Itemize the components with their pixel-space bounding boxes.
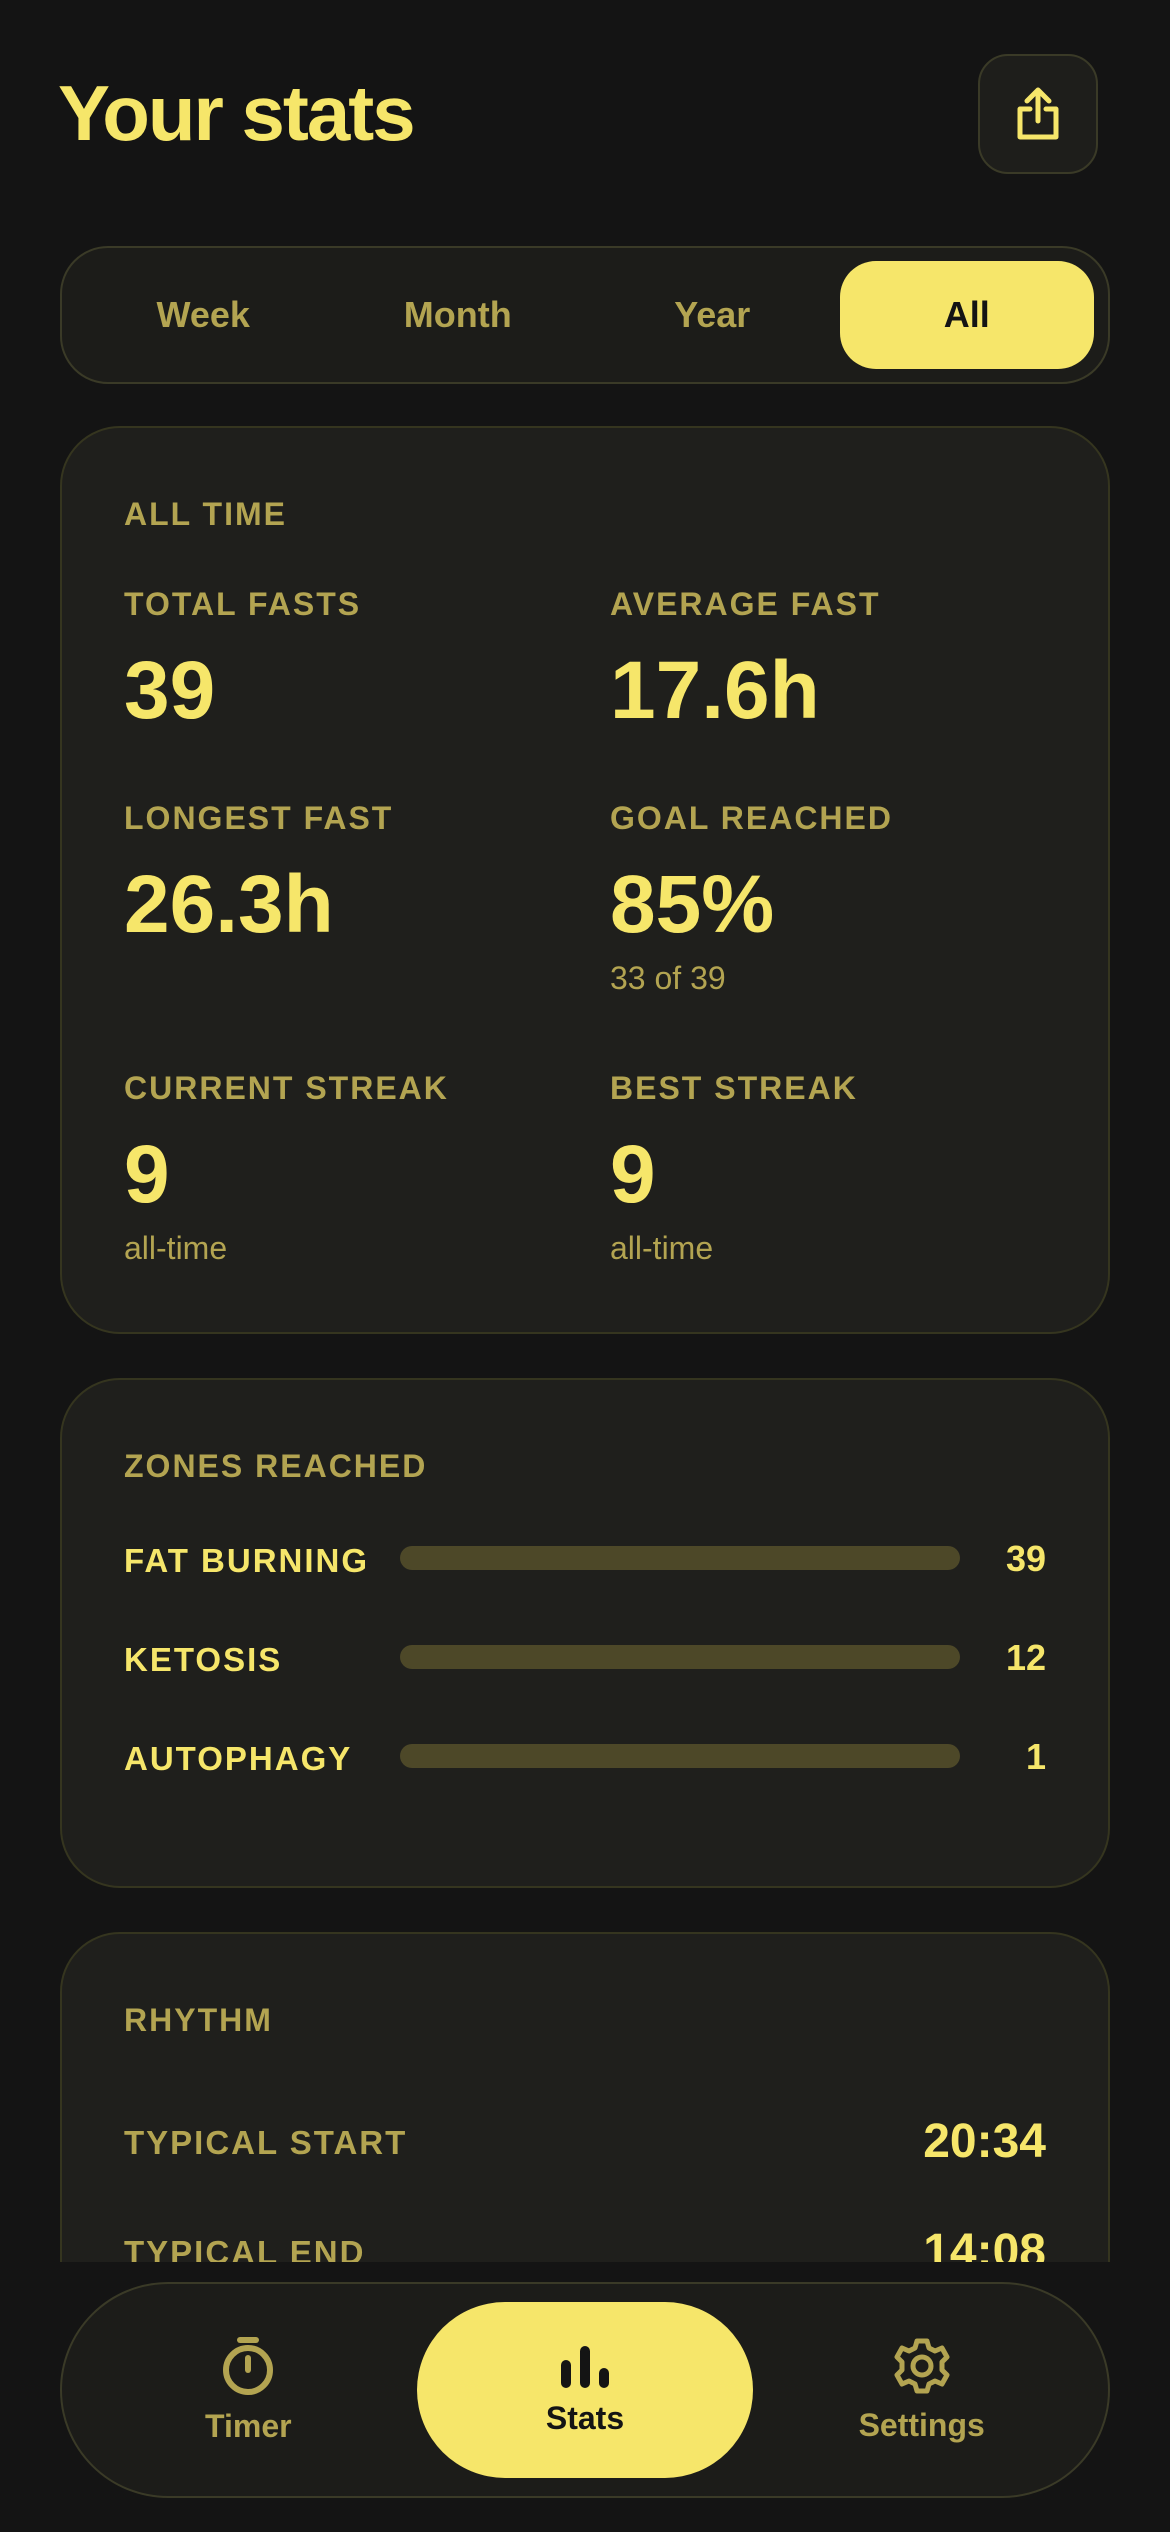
best-streak-value: 9	[610, 1129, 656, 1220]
total-fasts-value: 39	[124, 645, 216, 736]
zone-name-ketosis: KETOSIS	[124, 1641, 283, 1678]
zones-heading: ZONES REACHED	[124, 1448, 428, 1484]
goal-reached-label: GOAL REACHED	[610, 800, 893, 836]
goal-reached-value: 85%	[610, 859, 775, 950]
share-button[interactable]	[978, 54, 1098, 174]
tab-timer-label: Timer	[205, 2407, 292, 2444]
total-fasts-label: TOTAL FASTS	[124, 586, 362, 622]
stats-screen: Your stats Week Month Year All ALL TIME …	[0, 0, 1170, 2532]
zone-count-autophagy: 1	[1025, 1736, 1046, 1777]
average-fast-value: 17.6h	[610, 645, 820, 736]
zone-name-fat-burning: FAT BURNING	[124, 1542, 370, 1579]
average-fast-label: AVERAGE FAST	[610, 586, 881, 622]
typical-start-label: TYPICAL START	[124, 2124, 408, 2161]
best-streak-sub: all-time	[610, 1230, 714, 1266]
tab-stats-label: Stats	[545, 2399, 625, 2436]
zone-count-fat-burning: 39	[1005, 1538, 1046, 1579]
goal-reached-sub: 33 of 39	[610, 960, 726, 996]
best-streak-label: BEST STREAK	[610, 1070, 858, 1106]
current-streak-sub: all-time	[124, 1230, 228, 1266]
period-month[interactable]: Month	[331, 261, 586, 369]
typical-start-value: 20:34	[923, 2115, 1046, 2168]
zones-card: ZONES REACHED FAT BURNING 39 KETOSIS 12 …	[60, 1378, 1110, 1888]
tab-settings-label: Settings	[858, 2406, 985, 2443]
tab-stats[interactable]: Stats	[416, 2302, 754, 2478]
zone-bar-autophagy	[400, 1744, 960, 1768]
bottom-tab-bar: Timer Stats Settings	[60, 2282, 1110, 2498]
page-title: Your stats	[58, 69, 416, 157]
tab-settings[interactable]: Settings	[753, 2302, 1090, 2478]
period-all[interactable]: All	[839, 261, 1094, 369]
longest-fast-label: LONGEST FAST	[124, 800, 394, 836]
period-year[interactable]: Year	[585, 261, 840, 369]
longest-fast-value: 26.3h	[124, 859, 334, 950]
zone-count-ketosis: 12	[1005, 1637, 1046, 1678]
tab-timer[interactable]: Timer	[80, 2302, 417, 2478]
summary-heading: ALL TIME	[124, 496, 287, 532]
zone-bar-fat-burning	[400, 1546, 960, 1570]
period-week[interactable]: Week	[76, 261, 331, 369]
zone-bar-ketosis	[400, 1645, 960, 1669]
bar-chart-icon	[561, 2345, 609, 2388]
stopwatch-icon	[223, 2336, 274, 2395]
zone-name-autophagy: AUTOPHAGY	[124, 1740, 353, 1777]
rhythm-heading: RHYTHM	[124, 2002, 273, 2038]
gear-icon	[894, 2338, 950, 2393]
summary-card: ALL TIME TOTAL FASTS 39 AVERAGE FAST 17.…	[60, 426, 1110, 1334]
period-selector: Week Month Year All	[60, 246, 1110, 384]
current-streak-value: 9	[124, 1129, 170, 1220]
share-icon	[1017, 87, 1059, 140]
current-streak-label: CURRENT STREAK	[124, 1070, 449, 1106]
